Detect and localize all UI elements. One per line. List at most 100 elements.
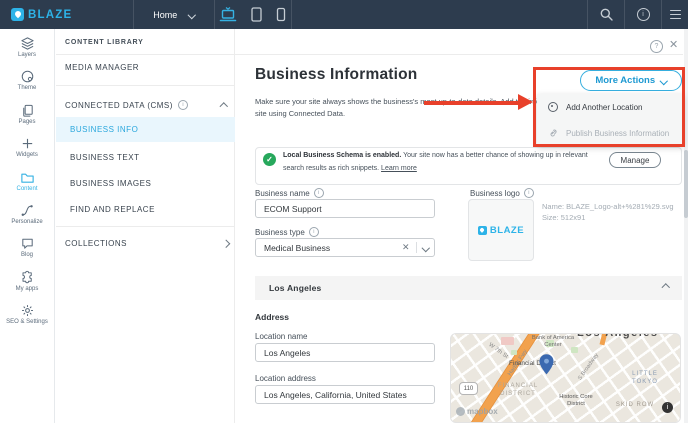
sidebar-item-seo-settings[interactable]: SEO & Settings [0,303,54,336]
divider [56,85,235,86]
logo-file-size: Size: 512x91 [542,213,585,222]
folder-icon [20,170,35,185]
search-button[interactable] [587,0,624,29]
editor-sidebar: Layers Theme Pages Widgets Content Perso… [0,29,55,423]
help-icon[interactable]: ? [650,40,663,53]
collapse-icon[interactable] [220,103,228,111]
palette-icon [20,69,35,84]
plus-icon [20,136,35,151]
divider [56,54,683,55]
hamburger-icon [670,10,681,20]
nav-item-find-and-replace[interactable]: FIND AND REPLACE [70,205,155,214]
location-target-icon [548,102,558,112]
menu-item-publish-business-info[interactable]: Publish Business Information [537,120,684,146]
business-name-input[interactable]: ECOM Support [255,199,435,218]
publish-link-icon [548,128,558,138]
divider [416,242,417,253]
sidebar-item-widgets[interactable]: Widgets [0,136,54,169]
panel-title: CONTENT LIBRARY [65,39,144,46]
chevron-down-icon [660,77,668,85]
map-attribution-info-icon[interactable]: i [662,402,673,413]
mapbox-logo: mapbox [456,407,498,416]
blaze-logo[interactable]: BLAZE [11,0,72,29]
map-block [501,337,514,345]
scrollbar-thumb[interactable] [684,150,688,218]
more-actions-button[interactable]: More Actions [580,70,682,91]
map-area-label: LITTLE TOKYO [621,371,669,387]
chevron-down-icon[interactable] [421,244,429,252]
business-logo-preview[interactable]: BLAZE [468,199,534,261]
map-poi-label: Historic Core District [551,394,601,408]
close-icon[interactable]: ✕ [669,38,678,51]
personalize-icon [20,203,35,218]
tablet-view-button[interactable] [250,6,263,23]
sidebar-item-pages[interactable]: Pages [0,103,54,136]
info-icon[interactable]: i [309,227,319,237]
map-park [511,350,517,355]
banner-text-line2: search results as rich snippets. Learn m… [283,165,417,172]
business-type-label: Business typei [255,227,319,237]
sidebar-item-personalize[interactable]: Personalize [0,203,54,236]
sidebar-item-layers[interactable]: Layers [0,36,54,69]
collections-item[interactable]: COLLECTIONS [65,239,127,248]
page-description: Make sure your site always shows the bus… [255,96,565,120]
sidebar-item-content[interactable]: Content [0,170,54,203]
map-area-label: FINANCIAL DISTRICT [487,383,549,399]
highway-shield: 110 [459,382,478,395]
chevron-right-icon[interactable] [222,240,230,248]
menu-button[interactable] [661,0,688,29]
app-window: BLAZE Home [0,0,688,423]
speech-bubble-icon [20,236,35,251]
media-manager-item[interactable]: MEDIA MANAGER [65,63,139,72]
info-icon[interactable]: i [524,188,534,198]
info-icon[interactable]: i [314,188,324,198]
location-name-label: Location name [255,332,307,341]
location-map[interactable]: W 7th St Harbor Fwy 110 Bank of America … [450,333,681,423]
business-name-label: Business namei [255,188,324,198]
location-section-header[interactable]: Los Angeles [255,276,682,300]
top-navbar: BLAZE Home [0,0,688,29]
manage-button[interactable]: Manage [609,152,661,168]
map-area-label: SKID ROW [611,402,659,410]
nav-item-business-images[interactable]: BUSINESS IMAGES [70,179,151,188]
page-selector-label: Home [153,10,177,20]
sidebar-item-blog[interactable]: Blog [0,236,54,269]
navbar-right: i [587,0,688,29]
address-heading: Address [255,312,289,322]
more-actions-menu: Add Another Location Publish Business In… [537,94,684,146]
sidebar-item-theme[interactable]: Theme [0,69,54,102]
device-switcher [213,0,292,29]
puzzle-icon [20,270,35,285]
map-street-label: S Broadway [577,352,600,381]
connected-data-header[interactable]: CONNECTED DATA (CMS) i [65,100,188,110]
business-logo-label: Business logoi [470,188,534,198]
banner-text-line1: Local Business Schema is enabled. Your s… [283,152,588,159]
logo-file-name: Name: BLAZE_Logo-alt+%281%29.svg [542,202,674,211]
page-selector[interactable]: Home [133,0,215,29]
info-icon[interactable]: i [178,100,188,110]
collapse-icon[interactable] [661,284,669,292]
mobile-view-button[interactable] [276,6,286,23]
sidebar-item-my-apps[interactable]: My apps [0,270,54,303]
chevron-down-icon [188,11,196,19]
content-library-panel: CONTENT LIBRARY MEDIA MANAGER CONNECTED … [56,29,235,423]
clear-icon[interactable]: ✕ [402,243,410,252]
success-check-icon: ✓ [263,153,276,166]
map-poi-label: Bank of America Center [529,335,577,349]
desktop-view-button[interactable] [219,6,237,23]
location-address-input[interactable]: Los Angeles, California, United States [255,385,435,404]
divider [56,226,235,227]
gear-icon [20,303,35,318]
location-name-input[interactable]: Los Angeles [255,343,435,362]
nav-item-business-text[interactable]: BUSINESS TEXT [70,153,139,162]
learn-more-link[interactable]: Learn more [381,165,417,172]
map-city-label: Los Angeles [577,333,659,339]
nav-item-business-info[interactable]: BUSINESS INFO [56,117,235,142]
menu-item-add-location[interactable]: Add Another Location [537,94,684,120]
brand-text: BLAZE [28,9,72,21]
scrollbar-track[interactable] [684,29,688,423]
map-pin-icon [539,354,554,375]
info-button[interactable]: i [624,0,661,29]
pages-icon [20,103,35,118]
business-type-select[interactable]: Medical Business ✕ [255,238,435,257]
